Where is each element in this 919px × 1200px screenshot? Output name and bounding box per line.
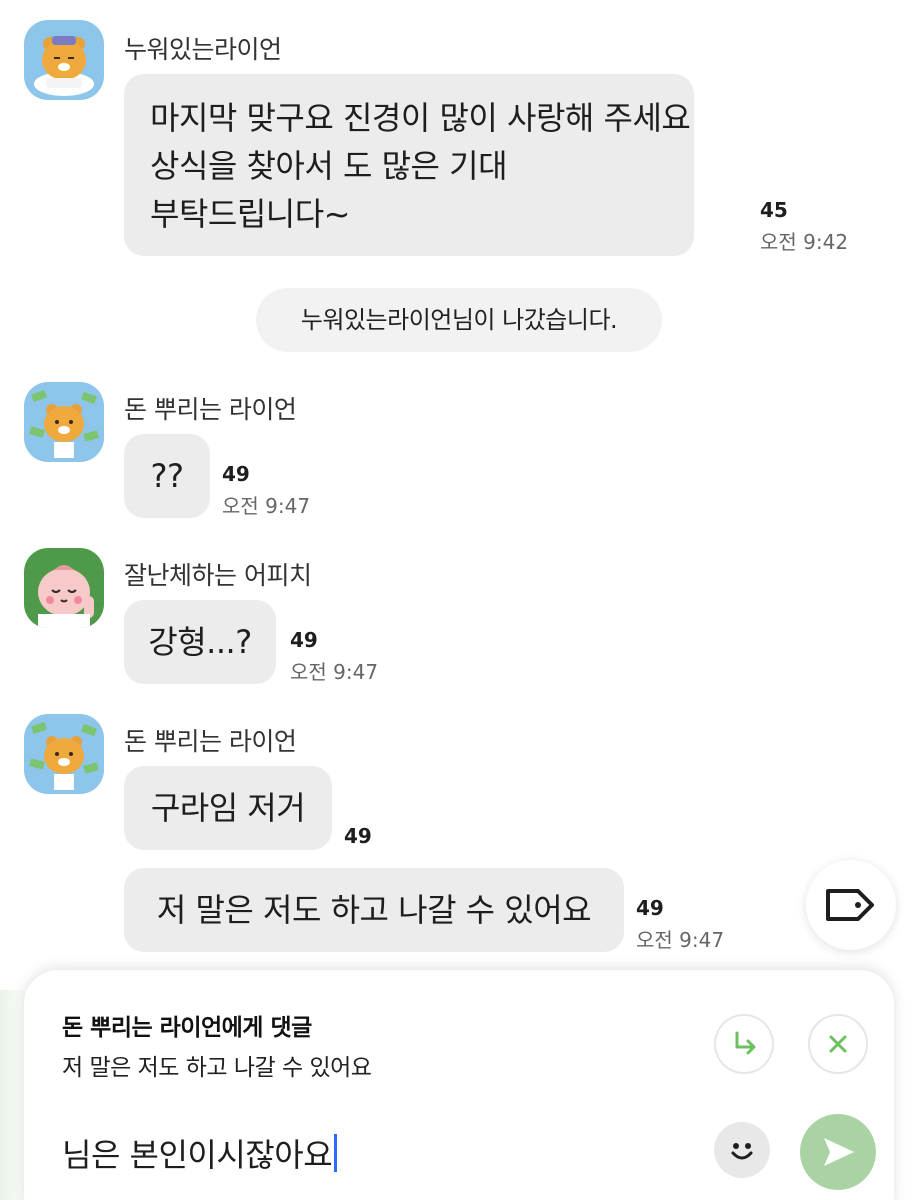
sender-name: 누워있는라이언: [124, 35, 282, 64]
send-button[interactable]: [800, 1114, 876, 1190]
message-time: 오전 9:47: [636, 928, 725, 952]
tag-icon: [826, 889, 874, 921]
sender-name: 돈 뿌리는 라이언: [124, 727, 297, 756]
chat-screen: 누워있는라이언 마지막 맞구요 진경이 많이 사랑해 주세요 상식을 찾아서 도…: [0, 0, 919, 1200]
sender-name: 돈 뿌리는 라이언: [124, 395, 297, 424]
message-bubble[interactable]: 마지막 맞구요 진경이 많이 사랑해 주세요 상식을 찾아서 도 많은 기대 부…: [124, 74, 694, 256]
message-input[interactable]: 님은 본인이시잖아요: [62, 1130, 338, 1176]
message-meta: 49: [344, 824, 372, 848]
unread-count: 45: [760, 198, 788, 222]
tag-button[interactable]: [806, 860, 896, 950]
text-caret: [334, 1134, 338, 1172]
message-bubble[interactable]: 강형...?: [124, 600, 276, 684]
unread-count: 49: [222, 462, 250, 486]
sender-name: 잘난체하는 어피치: [124, 561, 312, 590]
sender-avatar[interactable]: [24, 714, 104, 794]
reply-target-title: 돈 뿌리는 라이언에게 댓글: [62, 1015, 312, 1041]
message-text-line: 마지막 맞구요 진경이 많이 사랑해 주세요: [150, 99, 691, 137]
unread-count: 49: [636, 896, 664, 920]
sender-avatar[interactable]: [24, 382, 104, 462]
sender-avatar[interactable]: [24, 20, 104, 100]
reply-arrow-icon: [735, 1031, 756, 1055]
send-icon: [824, 1138, 854, 1166]
message-input-value: 님은 본인이시잖아요: [62, 1136, 333, 1174]
message-meta: 45 오전 9:42: [760, 198, 848, 255]
reply-quoted-text: 저 말은 저도 하고 나갈 수 있어요: [62, 1055, 372, 1081]
close-icon: [829, 1035, 847, 1053]
message-time: 오전 9:42: [760, 230, 849, 254]
ryan-money-avatar-icon: [24, 382, 104, 462]
message-meta: 49 오전 9:47: [636, 896, 724, 953]
message-text-line: ??: [150, 457, 184, 495]
message-time: 오전 9:47: [290, 660, 379, 684]
emoji-button[interactable]: [714, 1122, 770, 1178]
message-bubble[interactable]: ??: [124, 434, 210, 518]
reply-jump-button[interactable]: [714, 1014, 774, 1074]
emoji-icon: [731, 1143, 753, 1160]
message-meta: 49 오전 9:47: [222, 462, 310, 519]
message-meta: 49 오전 9:47: [290, 628, 378, 685]
message-text-line: 상식을 찾아서 도 많은 기대: [150, 147, 508, 185]
message-text-line: 부탁드립니다~: [150, 195, 350, 233]
sender-avatar[interactable]: [24, 548, 104, 628]
message-bubble[interactable]: 저 말은 저도 하고 나갈 수 있어요: [124, 868, 624, 952]
ryan-sleeping-avatar-icon: [24, 20, 104, 100]
reply-composer: 돈 뿌리는 라이언에게 댓글 저 말은 저도 하고 나갈 수 있어요 님은 본인…: [24, 970, 894, 1200]
unread-count: 49: [290, 628, 318, 652]
unread-count: 49: [344, 824, 372, 848]
message-time: 오전 9:47: [222, 494, 311, 518]
ryan-money-avatar-icon: [24, 714, 104, 794]
message-text-line: 저 말은 저도 하고 나갈 수 있어요: [156, 891, 592, 929]
reply-close-button[interactable]: [808, 1014, 868, 1074]
system-notice: 누워있는라이언님이 나갔습니다.: [256, 288, 662, 352]
apeach-avatar-icon: [24, 548, 104, 628]
message-bubble[interactable]: 구라임 저거: [124, 766, 332, 850]
message-text-line: 강형...?: [148, 623, 252, 661]
message-text-line: 구라임 저거: [150, 789, 306, 827]
